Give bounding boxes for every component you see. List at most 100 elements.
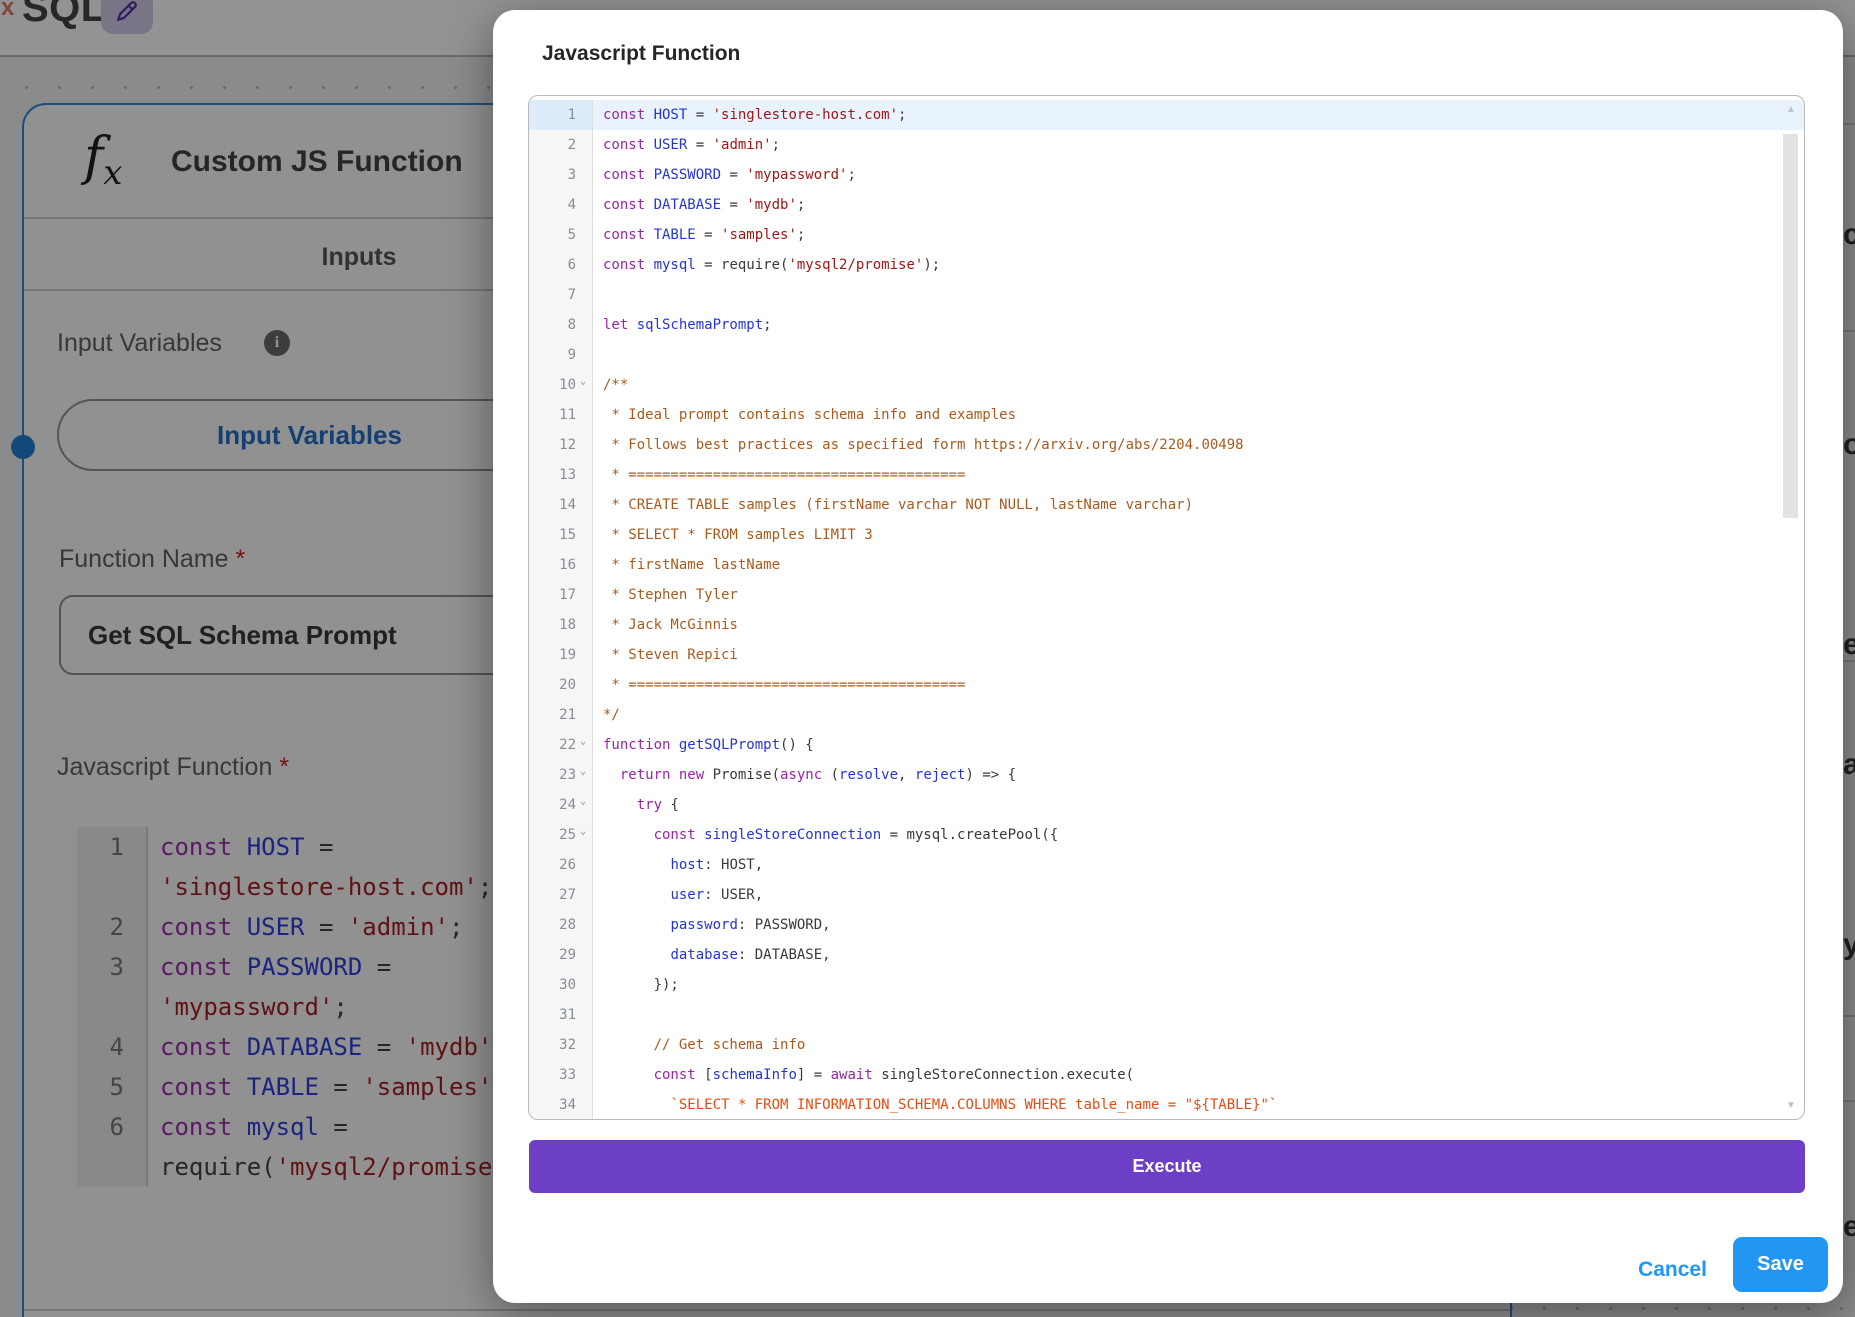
code-line: 33 const [schemaInfo] = await singleStor… [529, 1060, 1804, 1090]
code-text: function getSQLPrompt() { [593, 730, 814, 760]
code-text: const mysql = require('mysql2/promise'); [593, 250, 940, 280]
code-line: 6const mysql = require('mysql2/promise')… [529, 250, 1804, 280]
line-number[interactable]: 32 [529, 1030, 593, 1060]
line-number[interactable]: 28 [529, 910, 593, 940]
code-text: * ======================================… [593, 460, 965, 490]
code-line: 3const PASSWORD = 'mypassword'; [529, 160, 1804, 190]
line-number[interactable]: 27 [529, 880, 593, 910]
line-number[interactable]: 5 [529, 220, 593, 250]
code-text: const PASSWORD = 'mypassword'; [593, 160, 856, 190]
save-button[interactable]: Save [1733, 1237, 1828, 1292]
line-number[interactable]: 1 [529, 100, 593, 130]
code-line: 8let sqlSchemaPrompt; [529, 310, 1804, 340]
code-line: 9 [529, 340, 1804, 370]
code-line: 23⌄ return new Promise(async (resolve, r… [529, 760, 1804, 790]
code-line: 30 }); [529, 970, 1804, 1000]
code-text: * Ideal prompt contains schema info and … [593, 400, 1016, 430]
editor-scrollbar[interactable]: ▲ ▼ [1782, 98, 1800, 1117]
code-text: // Get schema info [593, 1030, 805, 1060]
code-text: return new Promise(async (resolve, rejec… [593, 760, 1016, 790]
code-line: 7 [529, 280, 1804, 310]
line-number[interactable]: 3 [529, 160, 593, 190]
fold-chevron-icon[interactable]: ⌄ [580, 377, 586, 387]
line-number[interactable]: 21 [529, 700, 593, 730]
code-text: database: DATABASE, [593, 940, 831, 970]
code-line: 21*/ [529, 700, 1804, 730]
code-text: password: PASSWORD, [593, 910, 831, 940]
scroll-down-icon[interactable]: ▼ [1782, 1100, 1800, 1111]
code-line: 26 host: HOST, [529, 850, 1804, 880]
code-line: 28 password: PASSWORD, [529, 910, 1804, 940]
code-text: const DATABASE = 'mydb'; [593, 190, 805, 220]
line-number[interactable]: 2 [529, 130, 593, 160]
fold-chevron-icon[interactable]: ⌄ [580, 797, 586, 807]
code-line: 22⌄function getSQLPrompt() { [529, 730, 1804, 760]
javascript-function-modal: Javascript Function 1const HOST = 'singl… [493, 10, 1843, 1303]
code-line: 4const DATABASE = 'mydb'; [529, 190, 1804, 220]
line-number[interactable]: 7 [529, 280, 593, 310]
code-text: * ======================================… [593, 670, 965, 700]
code-text: let sqlSchemaPrompt; [593, 310, 772, 340]
line-number[interactable]: 19 [529, 640, 593, 670]
code-text: /** [593, 370, 628, 400]
line-number[interactable]: 8 [529, 310, 593, 340]
code-text: * SELECT * FROM samples LIMIT 3 [593, 520, 873, 550]
line-number[interactable]: 4 [529, 190, 593, 220]
code-text: const singleStoreConnection = mysql.crea… [593, 820, 1058, 850]
code-text: }); [593, 970, 679, 1000]
code-text [593, 280, 603, 310]
line-number[interactable]: 33 [529, 1060, 593, 1090]
scrollbar-thumb[interactable] [1783, 134, 1798, 518]
line-number[interactable]: 31 [529, 1000, 593, 1030]
code-line: 19 * Steven Repici [529, 640, 1804, 670]
line-number[interactable]: 11 [529, 400, 593, 430]
line-number[interactable]: 12 [529, 430, 593, 460]
line-number[interactable]: 17 [529, 580, 593, 610]
code-line: 31 [529, 1000, 1804, 1030]
code-line: 13 * ===================================… [529, 460, 1804, 490]
execute-button[interactable]: Execute [529, 1140, 1805, 1193]
code-line: 11 * Ideal prompt contains schema info a… [529, 400, 1804, 430]
code-editor[interactable]: 1const HOST = 'singlestore-host.com';2co… [528, 95, 1805, 1120]
code-line: 25⌄ const singleStoreConnection = mysql.… [529, 820, 1804, 850]
code-line: 18 * Jack McGinnis [529, 610, 1804, 640]
line-number[interactable]: 20 [529, 670, 593, 700]
code-text [593, 1000, 603, 1030]
code-line: 34 `SELECT * FROM INFORMATION_SCHEMA.COL… [529, 1090, 1804, 1120]
code-text: try { [593, 790, 679, 820]
scroll-up-icon[interactable]: ▲ [1782, 104, 1800, 115]
code-line: 14 * CREATE TABLE samples (firstName var… [529, 490, 1804, 520]
fold-chevron-icon[interactable]: ⌄ [580, 767, 586, 777]
code-line: 15 * SELECT * FROM samples LIMIT 3 [529, 520, 1804, 550]
line-number[interactable]: 30 [529, 970, 593, 1000]
code-line: 16 * firstName lastName [529, 550, 1804, 580]
line-number[interactable]: 14 [529, 490, 593, 520]
line-number[interactable]: 16 [529, 550, 593, 580]
code-line: 27 user: USER, [529, 880, 1804, 910]
fold-chevron-icon[interactable]: ⌄ [580, 827, 586, 837]
code-text: */ [593, 700, 620, 730]
code-text: const TABLE = 'samples'; [593, 220, 805, 250]
line-number[interactable]: 29 [529, 940, 593, 970]
line-number[interactable]: 6 [529, 250, 593, 280]
code-line: 17 * Stephen Tyler [529, 580, 1804, 610]
code-text: * CREATE TABLE samples (firstName varcha… [593, 490, 1193, 520]
line-number[interactable]: 34 [529, 1090, 593, 1120]
code-line: 24⌄ try { [529, 790, 1804, 820]
code-line: 29 database: DATABASE, [529, 940, 1804, 970]
code-line: 20 * ===================================… [529, 670, 1804, 700]
line-number[interactable]: 15 [529, 520, 593, 550]
line-number[interactable]: 26 [529, 850, 593, 880]
code-text: const HOST = 'singlestore-host.com'; [593, 100, 906, 130]
code-line: 1const HOST = 'singlestore-host.com'; [529, 100, 1804, 130]
code-text: user: USER, [593, 880, 763, 910]
cancel-button[interactable]: Cancel [1610, 1250, 1735, 1290]
code-text: `SELECT * FROM INFORMATION_SCHEMA.COLUMN… [593, 1090, 1277, 1120]
line-number[interactable]: 9 [529, 340, 593, 370]
line-number[interactable]: 13 [529, 460, 593, 490]
fold-chevron-icon[interactable]: ⌄ [580, 737, 586, 747]
code-line: 2const USER = 'admin'; [529, 130, 1804, 160]
code-text: const [schemaInfo] = await singleStoreCo… [593, 1060, 1134, 1090]
code-line: 32 // Get schema info [529, 1030, 1804, 1060]
line-number[interactable]: 18 [529, 610, 593, 640]
